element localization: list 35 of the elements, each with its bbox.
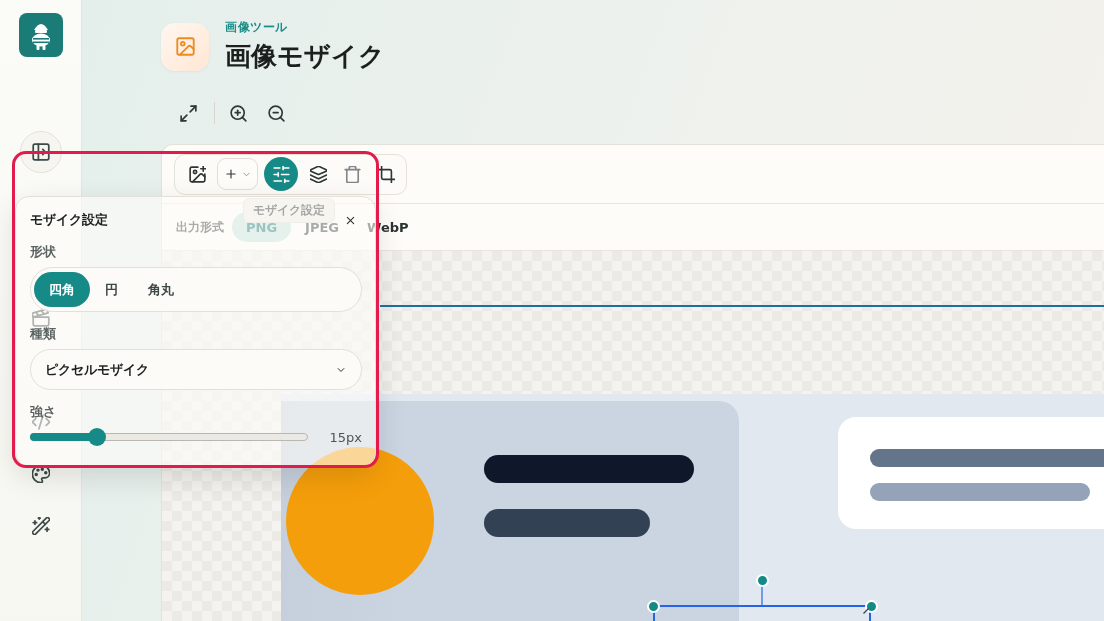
magic-wand-icon[interactable]: [31, 517, 50, 535]
shape-option[interactable]: 四角: [34, 272, 90, 307]
add-dropdown-button[interactable]: [217, 158, 258, 190]
zoom-in-icon[interactable]: [230, 104, 247, 122]
field-label: 種類: [30, 325, 57, 343]
image-icon: [161, 22, 209, 71]
crop-icon[interactable]: [377, 165, 395, 183]
field-label: 形状: [30, 243, 57, 261]
plus-icon: [224, 168, 237, 180]
logo-icon[interactable]: [18, 13, 63, 57]
type-select[interactable]: ピクセルモザイク: [30, 349, 362, 390]
slider-value: 15px: [329, 429, 362, 445]
shape-option[interactable]: 円: [90, 272, 133, 307]
expand-icon[interactable]: [180, 104, 197, 122]
close-icon[interactable]: [345, 214, 356, 226]
image-plus-icon[interactable]: [188, 165, 206, 183]
palette-icon[interactable]: [31, 465, 50, 483]
panel-icon: [31, 143, 50, 161]
strength-slider[interactable]: [30, 428, 308, 446]
layers-icon[interactable]: [309, 165, 327, 183]
resize-cursor-icon: [863, 608, 869, 614]
sliders-icon: [272, 165, 290, 183]
zoom-out-icon[interactable]: [268, 104, 285, 122]
rotate-handle[interactable]: [756, 574, 769, 587]
shape-option[interactable]: 角丸: [133, 272, 189, 307]
tool-button[interactable]: [264, 157, 298, 191]
page-title: 画像モザイク: [225, 40, 385, 73]
sidebar-button[interactable]: [19, 131, 62, 173]
page-subtitle: 画像ツール: [225, 19, 289, 35]
field-label: 強さ: [30, 403, 57, 421]
resize-handle[interactable]: [865, 600, 878, 613]
format-label: 出力形式: [176, 218, 224, 236]
tooltip: モザイク設定: [243, 198, 335, 223]
popup-title: モザイク設定: [30, 211, 108, 229]
rotate-handle-line: [761, 585, 763, 605]
